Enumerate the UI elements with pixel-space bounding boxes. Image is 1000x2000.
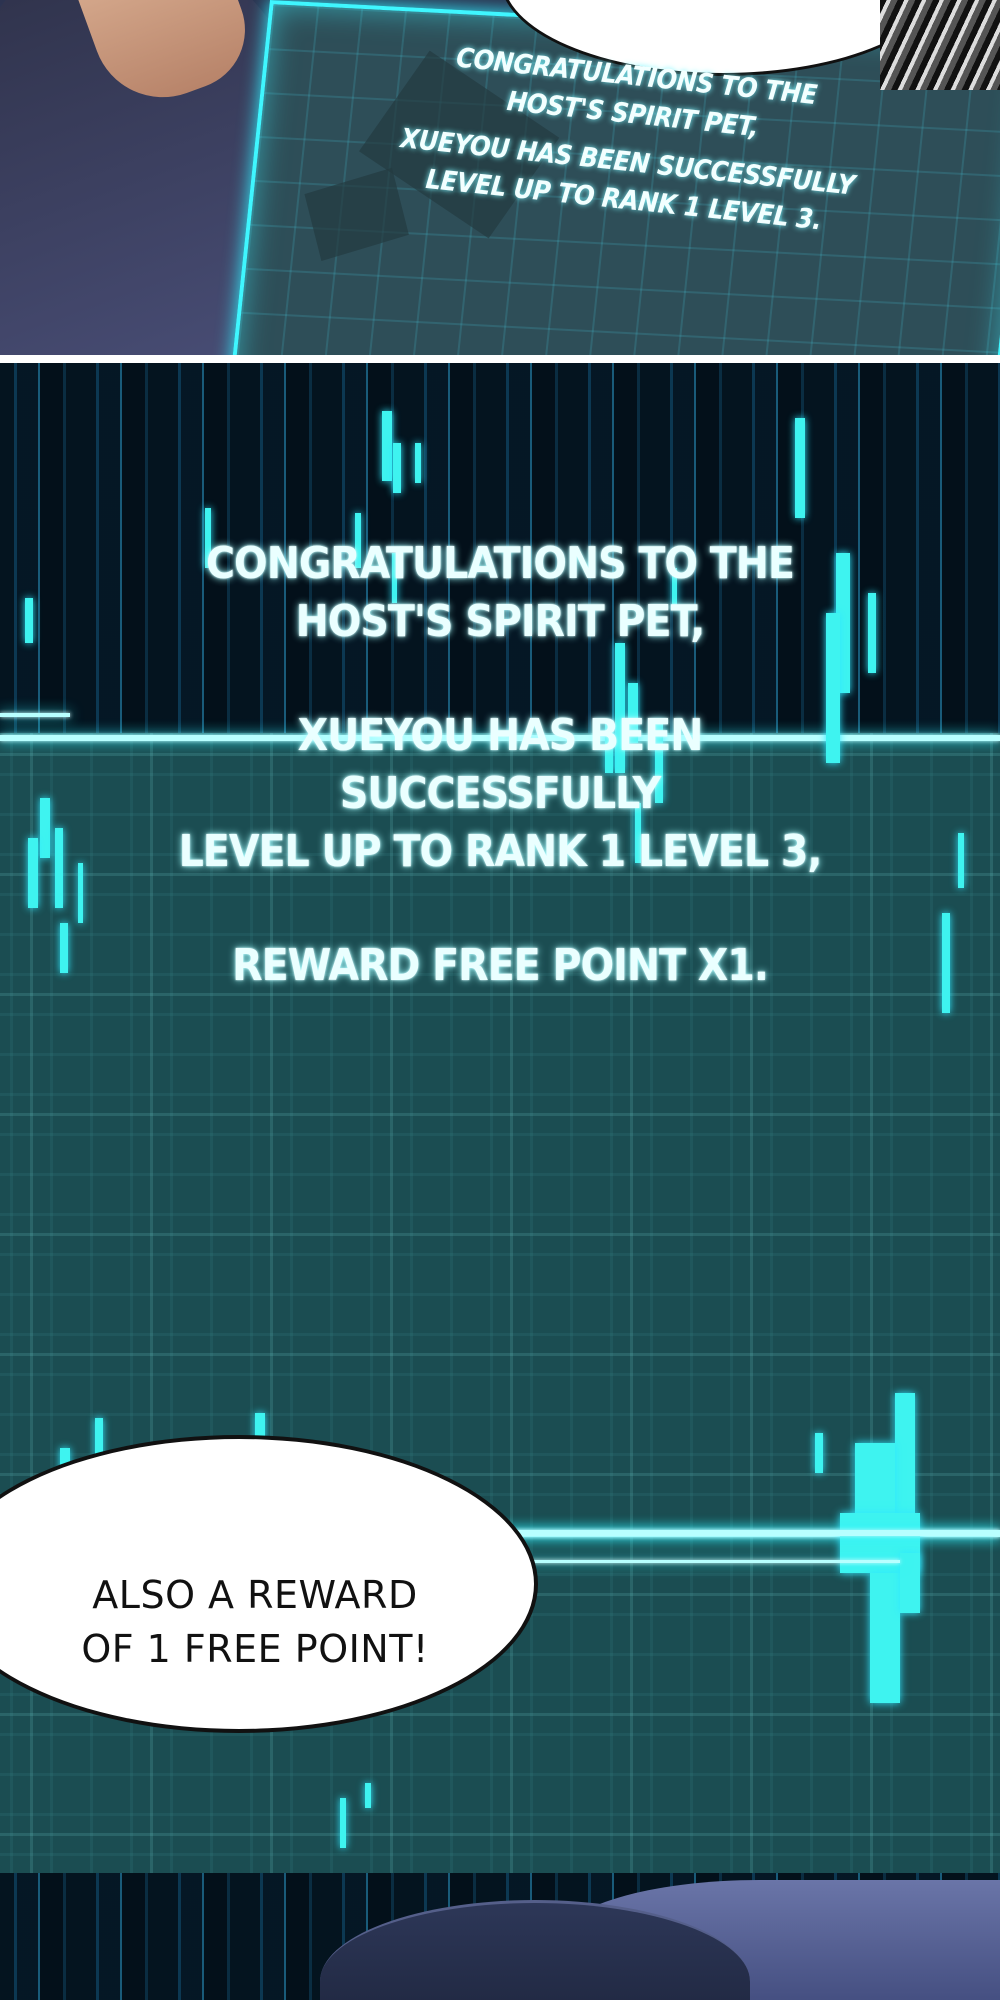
system-line-2: HOST'S SPIRIT PET, (295, 596, 706, 647)
system-line-5: REWARD FREE POINT X1. (232, 940, 769, 991)
speed-lines (880, 0, 1000, 90)
glitch-fragment (795, 418, 805, 518)
glitch-fragment (60, 923, 68, 973)
speech-line-1: ALSO A REWARD (92, 1573, 418, 1617)
glitch-fragment (28, 838, 38, 908)
comic-page: CONGRATULATIONS TO THE HOST'S SPIRIT PET… (0, 0, 1000, 2000)
glitch-fragment (40, 798, 50, 858)
glitch-fragment (900, 1553, 920, 1613)
system-line-1: CONGRATULATIONS TO THE (206, 538, 795, 589)
speech-bubble-text: ALSO A REWARD OF 1 FREE POINT! (60, 1568, 450, 1676)
glitch-fragment (393, 443, 401, 493)
glitch-fragment (958, 833, 964, 888)
glitch-fragment (55, 828, 63, 908)
glitch-fragment (868, 593, 876, 673)
glitch-fragment (365, 1783, 371, 1808)
hud-bottom-line-thin (500, 1560, 900, 1563)
glitch-fragment (340, 1798, 346, 1848)
glitch-fragment (855, 1443, 895, 1523)
system-message: CONGRATULATIONS TO THE HOST'S SPIRIT PET… (140, 535, 860, 995)
glitch-fragment (895, 1393, 915, 1513)
hud-bottom-line (480, 1530, 1000, 1536)
glitch-fragment (78, 863, 83, 923)
glitch-fragment (942, 913, 950, 1013)
system-line-4: LEVEL UP TO RANK 1 LEVEL 3, (178, 826, 823, 877)
glitch-fragment (870, 1573, 900, 1703)
system-line-3: XUEYOU HAS BEEN SUCCESSFULLY (297, 710, 704, 819)
glitch-fragment (382, 411, 392, 481)
glitch-fragment (815, 1433, 823, 1473)
speech-line-2: OF 1 FREE POINT! (81, 1627, 429, 1671)
glitch-fragment (25, 598, 33, 643)
glitch-fragment (415, 443, 421, 483)
hud-top-accent (0, 713, 70, 717)
panel-gutter (0, 355, 1000, 363)
top-panel: CONGRATULATIONS TO THE HOST'S SPIRIT PET… (0, 0, 1000, 355)
